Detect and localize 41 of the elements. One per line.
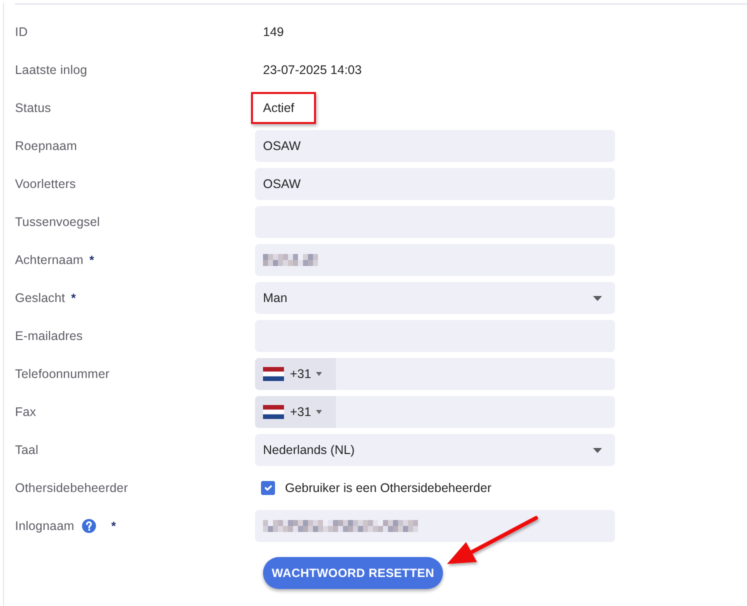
help-icon[interactable] bbox=[82, 519, 96, 533]
field-label: ID bbox=[15, 24, 28, 41]
field-label: Taal bbox=[15, 442, 38, 459]
caret-icon bbox=[316, 410, 322, 414]
field-value: 23-07-2025 14:03 bbox=[262, 62, 362, 77]
field-label: Geslacht bbox=[15, 290, 66, 307]
required-asterisk: * bbox=[71, 290, 76, 307]
caret-icon bbox=[593, 448, 602, 452]
field-label: Status bbox=[15, 100, 52, 117]
country-code-button[interactable]: +31 bbox=[255, 396, 336, 428]
field-label: Telefoonnummer bbox=[15, 366, 110, 383]
text-field[interactable] bbox=[255, 510, 615, 542]
flag-icon bbox=[263, 405, 284, 419]
phone-number-field[interactable] bbox=[336, 358, 615, 390]
field-label: E-mailadres bbox=[15, 328, 83, 345]
phone-number-field[interactable] bbox=[336, 396, 615, 428]
required-asterisk: * bbox=[89, 252, 94, 269]
checkbox[interactable] bbox=[261, 481, 275, 495]
reset-password-button[interactable]: WACHTWOORD RESETTEN bbox=[263, 557, 443, 589]
select-field[interactable]: Nederlands (NL) bbox=[255, 434, 615, 466]
field-label: Voorletters bbox=[15, 176, 76, 193]
select-field[interactable]: Man bbox=[255, 282, 615, 314]
checkbox-label: Gebruiker is een Othersidebeheerder bbox=[285, 480, 492, 497]
flag-icon bbox=[263, 367, 284, 381]
field-label: Inlognaam bbox=[15, 518, 74, 535]
field-label: Roepnaam bbox=[15, 138, 77, 155]
field-label: Achternaam bbox=[15, 252, 84, 269]
blurred-text-drawing bbox=[263, 254, 319, 266]
field-label: Tussenvoegsel bbox=[15, 214, 100, 231]
caret-icon bbox=[316, 372, 322, 376]
required-asterisk: * bbox=[111, 518, 116, 535]
text-field[interactable]: OSAW bbox=[255, 168, 615, 200]
country-code-button[interactable]: +31 bbox=[255, 358, 336, 390]
field-value: Actief bbox=[263, 101, 294, 115]
text-field[interactable]: OSAW bbox=[255, 130, 615, 162]
field-label: Fax bbox=[15, 404, 36, 421]
caret-icon bbox=[593, 296, 602, 300]
text-field[interactable] bbox=[255, 244, 615, 276]
field-value: 149 bbox=[262, 24, 284, 39]
field-label: Laatste inlog bbox=[15, 62, 88, 79]
field-label: Othersidebeheerder bbox=[15, 480, 128, 497]
